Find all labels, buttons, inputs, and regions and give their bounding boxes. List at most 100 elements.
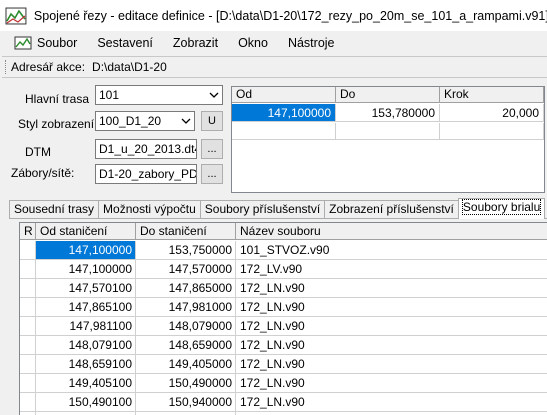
grid-cell-od[interactable]: 149,405100 xyxy=(36,374,136,393)
menu-okno[interactable]: Okno xyxy=(238,36,268,50)
grid-cell-do[interactable]: 148,659000 xyxy=(136,336,236,355)
grid-cell-od[interactable]: 147,981100 xyxy=(36,317,136,336)
range-cell-krok[interactable]: 20,000 xyxy=(440,104,544,122)
range-empty-cell[interactable] xyxy=(232,123,336,140)
grid-cell-od[interactable]: 150,490100 xyxy=(36,393,136,412)
grid-cell-nazev[interactable]: 172_LV.v90 xyxy=(236,260,547,279)
dtm-input[interactable]: D1_u_20_2013.dt4 xyxy=(95,139,197,159)
menu-sestaveni-label: Sestavení xyxy=(97,36,153,50)
address-bar: Adresář akce: D:\data\D1-20 xyxy=(2,56,547,78)
grid-cell-nazev[interactable]: 172_LN.v90 xyxy=(236,298,547,317)
range-empty-cell[interactable] xyxy=(440,123,544,140)
dtm-browse-label: ... xyxy=(207,143,217,155)
grid-cell-r[interactable] xyxy=(20,241,36,260)
menu-okno-label: Okno xyxy=(238,36,268,50)
menu-nastroje-label: Nástroje xyxy=(287,36,335,50)
grid-cell-od[interactable]: 147,865100 xyxy=(36,298,136,317)
hlavni-trasa-combo[interactable]: 101 xyxy=(95,85,223,105)
range-cell-od[interactable]: 147,100000 xyxy=(232,104,336,122)
grid-cell-od[interactable]: 148,659100 xyxy=(36,355,136,374)
toolbar-grip[interactable] xyxy=(5,60,7,74)
grid-cell-r[interactable] xyxy=(20,374,36,393)
grid-cell-r[interactable] xyxy=(20,279,36,298)
dtm-value: D1_u_20_2013.dt4 xyxy=(99,142,197,156)
zabory-browse-label: ... xyxy=(207,168,217,180)
grid-cell-od[interactable]: 147,570100 xyxy=(36,279,136,298)
menu-nastroje[interactable]: Nástroje xyxy=(288,36,335,50)
grid-cell-nazev[interactable]: 172_LN.v90 xyxy=(236,317,547,336)
table-row[interactable]: 147,100000 147,570000 172_LV.v90 xyxy=(20,260,547,279)
hlavni-trasa-label: Hlavní trasa xyxy=(25,92,90,106)
grid-cell-nazev[interactable]: 172_LN.v90 xyxy=(236,393,547,412)
table-row[interactable]: 149,405100 150,490000 172_LN.v90 xyxy=(20,374,547,393)
grid-header-nazev[interactable]: Název souboru xyxy=(236,223,547,240)
styl-combo[interactable]: 100_D1_20 xyxy=(95,111,195,131)
grid-cell-do[interactable]: 147,570000 xyxy=(136,260,236,279)
grid-cell-r[interactable] xyxy=(20,298,36,317)
tab-soubory-prislusenstvi[interactable]: Soubory příslušenství xyxy=(199,200,326,219)
title-bar: Spojené řezy - editace definice - [D:\da… xyxy=(0,0,547,31)
tab-label: Soubory brialu xyxy=(461,199,542,215)
files-grid[interactable]: R Od staničení Do staničení Název soubor… xyxy=(19,222,547,415)
grid-cell-do[interactable]: 150,490000 xyxy=(136,374,236,393)
tab-zobrazeni-prislusenstvi[interactable]: Zobrazení příslušenství xyxy=(324,200,459,219)
chevron-down-icon[interactable] xyxy=(206,86,222,104)
menu-zobrazit-label: Zobrazit xyxy=(172,36,219,50)
grid-cell-od[interactable]: 147,100000 xyxy=(36,241,136,260)
table-row[interactable]: 147,981100 148,079000 172_LN.v90 xyxy=(20,317,547,336)
zabory-browse-button[interactable]: ... xyxy=(201,164,223,184)
address-label: Adresář akce: xyxy=(11,60,86,74)
table-row[interactable]: 147,100000 153,750000 101_STVOZ.v90 xyxy=(20,241,547,260)
menu-soubor-label: Soubor xyxy=(37,36,78,50)
menu-sestaveni[interactable]: Sestavení xyxy=(97,36,153,50)
grid-header-r[interactable]: R xyxy=(20,223,36,240)
grid-cell-nazev[interactable]: 172_LN.v90 xyxy=(236,355,547,374)
grid-cell-nazev[interactable]: 172_LN.v90 xyxy=(236,279,547,298)
grid-cell-do[interactable]: 147,981000 xyxy=(136,298,236,317)
grid-cell-do[interactable]: 150,940000 xyxy=(136,393,236,412)
grid-cell-do[interactable]: 153,750000 xyxy=(136,241,236,260)
range-empty-cell[interactable] xyxy=(336,123,440,140)
grid-header-do[interactable]: Do staničení xyxy=(136,223,236,240)
table-row[interactable]: 148,079100 148,659000 172_LN.v90 xyxy=(20,336,547,355)
tab-moznosti-vypoctu[interactable]: Možnosti výpočtu xyxy=(98,200,201,219)
grid-cell-r[interactable] xyxy=(20,260,36,279)
grid-cell-r[interactable] xyxy=(20,317,36,336)
menu-bar: Soubor Sestavení Zobrazit Okno Nástroje xyxy=(0,31,547,55)
tab-label: Zobrazení příslušenství xyxy=(329,202,454,216)
table-row[interactable]: 150,490100 150,940000 172_LN.v90 xyxy=(20,393,547,412)
dtm-browse-button[interactable]: ... xyxy=(201,139,223,159)
grid-cell-do[interactable]: 149,405000 xyxy=(136,355,236,374)
chevron-down-icon[interactable] xyxy=(178,112,194,130)
grid-cell-do[interactable]: 148,079000 xyxy=(136,317,236,336)
range-header-od[interactable]: Od xyxy=(232,87,336,103)
grid-cell-r[interactable] xyxy=(20,336,36,355)
zabory-value: D1-20_zabory_PDPS xyxy=(99,167,197,181)
grid-cell-nazev[interactable]: 172_LN.v90 xyxy=(236,374,547,393)
menu-soubor[interactable]: Soubor xyxy=(14,36,77,50)
tab-label: Soubory příslušenství xyxy=(204,202,321,216)
table-row[interactable]: 148,659100 149,405000 172_LN.v90 xyxy=(20,355,547,374)
tab-sousedni-trasy[interactable]: Sousední trasy xyxy=(9,200,100,219)
range-header-krok[interactable]: Krok xyxy=(440,87,544,103)
grid-cell-od[interactable]: 148,079100 xyxy=(36,336,136,355)
range-cell-do[interactable]: 153,780000 xyxy=(336,104,440,122)
styl-label: Styl zobrazení xyxy=(18,117,95,131)
grid-cell-nazev[interactable]: 172_LN.v90 xyxy=(236,336,547,355)
grid-cell-od[interactable]: 147,100000 xyxy=(36,260,136,279)
grid-cell-nazev[interactable]: 101_STVOZ.v90 xyxy=(236,241,547,260)
styl-u-button[interactable]: U xyxy=(201,111,223,131)
table-row[interactable]: 147,570100 147,865000 172_LN.v90 xyxy=(20,279,547,298)
grid-cell-r[interactable] xyxy=(20,393,36,412)
tab-strip: Sousední trasy Možnosti výpočtu Soubory … xyxy=(9,198,546,219)
table-row[interactable]: 147,865100 147,981000 172_LN.v90 xyxy=(20,298,547,317)
tab-soubory-brialu[interactable]: Soubory brialu xyxy=(457,198,546,219)
tab-label: Možnosti výpočtu xyxy=(103,202,196,216)
grid-header-od[interactable]: Od staničení xyxy=(36,223,136,240)
range-header-do[interactable]: Do xyxy=(336,87,440,103)
zabory-input[interactable]: D1-20_zabory_PDPS xyxy=(95,164,197,184)
grid-cell-r[interactable] xyxy=(20,355,36,374)
grid-cell-do[interactable]: 147,865000 xyxy=(136,279,236,298)
menu-zobrazit[interactable]: Zobrazit xyxy=(173,36,218,50)
range-table[interactable]: Od Do Krok 147,100000 153,780000 20,000 xyxy=(231,86,545,193)
